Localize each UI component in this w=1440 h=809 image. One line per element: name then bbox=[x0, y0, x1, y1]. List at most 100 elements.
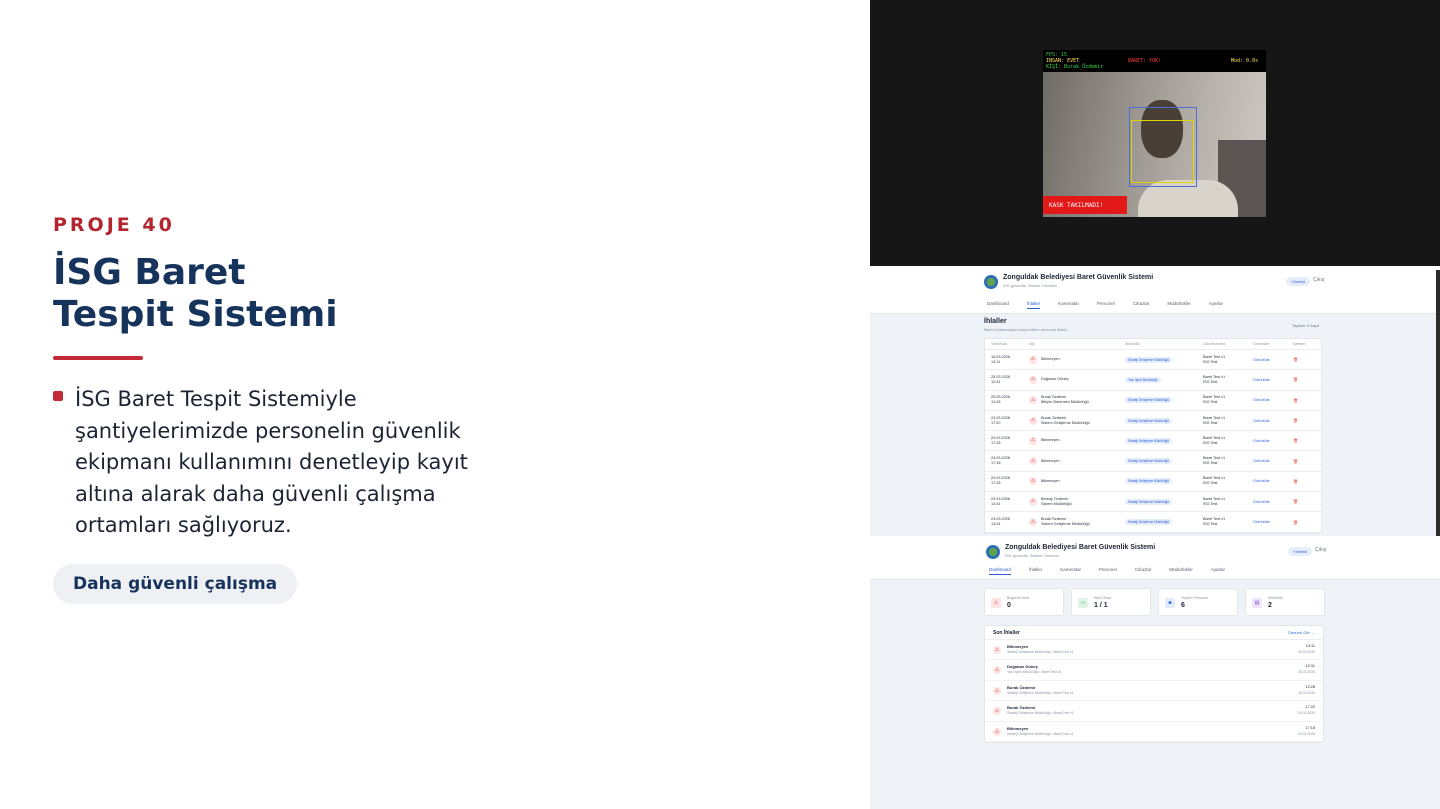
warning-icon: ⚠ bbox=[993, 707, 1001, 716]
camera-hud: FPS: 15 INSAN: EVET KİŞİ: Burak_Özdemir … bbox=[1043, 50, 1266, 72]
delete-icon[interactable]: 🗑 bbox=[1293, 418, 1298, 423]
table-row[interactable]: 24.03.2026 17:20 ⚠ Burak Özdemir Sistem Geli… bbox=[985, 411, 1321, 432]
delete-icon[interactable]: 🗑 bbox=[1293, 479, 1298, 484]
item-time: 12:28 bbox=[1305, 684, 1315, 689]
list-item[interactable]: ⚠ Burak Özdemir Strateji Geliştirme Müdürl… bbox=[985, 681, 1323, 702]
logout-link[interactable]: Çıkış bbox=[1315, 547, 1326, 553]
delete-icon[interactable]: 🗑 bbox=[1293, 398, 1298, 403]
app-header: Zonguldak Belediyesi Baret Güvenlik Sist… bbox=[870, 270, 1440, 314]
cell-actions: 🗑 bbox=[1293, 499, 1313, 504]
device-location: ISG Test bbox=[1203, 379, 1218, 384]
bullet-text: İSG Baret Tespit Sistemiyle şantiyelerim… bbox=[75, 387, 468, 537]
bullet-item: İSG Baret Tespit Sistemiyle şantiyelerim… bbox=[53, 384, 553, 542]
face-detection-box bbox=[1131, 120, 1194, 183]
tab-settings[interactable]: Ayarlar bbox=[1209, 301, 1223, 309]
item-date: 25.03.2026 bbox=[1298, 670, 1315, 675]
tab-dashboard[interactable]: Dashboard bbox=[987, 301, 1009, 309]
view-all-link[interactable]: Tümünü Gör → bbox=[1287, 630, 1315, 635]
view-image-link[interactable]: Görüntüle bbox=[1253, 439, 1293, 443]
cell-device: Baret Test v1 ISG Test bbox=[1203, 436, 1253, 446]
cell-person: ⚠ Bilinmeyen bbox=[1029, 477, 1125, 486]
device-location: ISG Test bbox=[1203, 420, 1218, 425]
tab-personnel[interactable]: Personel bbox=[1097, 301, 1115, 309]
table-row[interactable]: 24.03.2026 17:18 ⚠ Bilinmeyen Strateji Geliş… bbox=[985, 451, 1321, 472]
device-location: ISG Test bbox=[1203, 481, 1218, 486]
item-date: 24.03.2026 bbox=[1298, 731, 1315, 736]
device-location: ISG Test bbox=[1203, 440, 1218, 445]
table-row[interactable]: 24.03.2026 17:18 ⚠ Bilinmeyen Strateji Geliş… bbox=[985, 431, 1321, 452]
tab-personnel[interactable]: Personel bbox=[1099, 567, 1117, 575]
view-image-link[interactable]: Görüntüle bbox=[1253, 459, 1293, 463]
tab-departments[interactable]: Müdürlükler bbox=[1169, 567, 1193, 575]
tab-settings[interactable]: Ayarlar bbox=[1211, 567, 1225, 575]
department-tag: Strateji Geliştirme Müdürlüğü bbox=[1125, 397, 1173, 404]
device-icon: ▭ bbox=[1078, 598, 1088, 608]
delete-icon[interactable]: 🗑 bbox=[1293, 377, 1298, 382]
cell-datetime: 25.03.2026 12:31 bbox=[985, 375, 1029, 385]
tab-departments[interactable]: Müdürlükler bbox=[1167, 301, 1191, 309]
tab-dashboard[interactable]: Dashboard bbox=[989, 567, 1012, 575]
delete-icon[interactable]: 🗑 bbox=[1293, 438, 1298, 443]
view-image-link[interactable]: Görüntüle bbox=[1253, 358, 1293, 362]
list-item[interactable]: ⚠ Bilinmeyen Strateji Geliştirme Müdürlüğü… bbox=[985, 640, 1323, 661]
cell-department: Strateji Geliştirme Müdürlüğü bbox=[1125, 437, 1203, 444]
cell-datetime: 24.03.2026 13:24 bbox=[985, 517, 1029, 527]
tab-cameras[interactable]: Kameralar bbox=[1060, 567, 1081, 575]
view-image-link[interactable]: Görüntüle bbox=[1253, 500, 1293, 504]
table-row[interactable]: 24.03.2026 13:24 ⚠ Burak Özdemir Sistem Geli… bbox=[985, 512, 1321, 533]
view-image-link[interactable]: Görüntüle bbox=[1253, 479, 1293, 483]
item-detail: Strateji Geliştirme Müdürlüğü • Baret Te… bbox=[1007, 711, 1074, 716]
list-item[interactable]: ⚠ Burak Özdemir Strateji Geliştirme Müdürl… bbox=[985, 701, 1323, 722]
title-underline bbox=[53, 356, 143, 360]
stat-value: 2 bbox=[1268, 602, 1272, 609]
delete-icon[interactable]: 🗑 bbox=[1293, 499, 1298, 504]
stat-value: 0 bbox=[1007, 602, 1011, 609]
cell-device: Baret Test v1 ISG Test bbox=[1203, 355, 1253, 365]
table-row[interactable]: 16.03.2026 13:11 ⚠ Bilinmeyen Strateji Geliş… bbox=[985, 350, 1321, 371]
tab-devices[interactable]: Cihazlar bbox=[1135, 567, 1152, 575]
tab-violations[interactable]: İhlaller bbox=[1029, 567, 1042, 575]
tab-devices[interactable]: Cihazlar bbox=[1133, 301, 1150, 309]
department-tag: Yazı İşleri Müdürlüğü bbox=[1125, 376, 1161, 383]
cell-datetime: 24.03.2026 17:18 bbox=[985, 456, 1029, 466]
recent-title: Son İhlaller bbox=[993, 630, 1020, 636]
cell-datetime: 24.03.2026 17:18 bbox=[985, 436, 1029, 446]
delete-icon[interactable]: 🗑 bbox=[1293, 357, 1298, 362]
table-row[interactable]: 25.03.2026 12:28 ⚠ Burak Özdemir Bilişim Sis… bbox=[985, 391, 1321, 411]
warning-icon: ⚠ bbox=[993, 727, 1001, 736]
cell-department: Strateji Geliştirme Müdürlüğü bbox=[1125, 519, 1203, 526]
cell-time: 17:18 bbox=[991, 461, 1001, 466]
tab-cameras[interactable]: Kameralar bbox=[1058, 301, 1079, 309]
stat-label: Müdürlük bbox=[1268, 596, 1283, 600]
delete-icon[interactable]: 🗑 bbox=[1293, 459, 1298, 464]
view-image-link[interactable]: Görüntüle bbox=[1253, 520, 1293, 524]
recent-violations-panel: Son İhlaller Tümünü Gör → ⚠ Bilinmeyen Str… bbox=[984, 625, 1324, 743]
person-name: Bilinmeyen bbox=[1041, 438, 1060, 443]
view-image-link[interactable]: Görüntüle bbox=[1253, 378, 1293, 382]
item-detail: Strateji Geliştirme Müdürlüğü • Baret Te… bbox=[1007, 690, 1074, 695]
cell-person: ⚠ Burak Özdemir Bilişim Sistemleri Müdürlü… bbox=[1029, 395, 1125, 405]
bullet-marker bbox=[53, 391, 63, 401]
list-item[interactable]: ⚠ Doğukan Güneş Yazı İşleri Müdürlüğü • Ba… bbox=[985, 660, 1323, 681]
view-image-link[interactable]: Görüntüle bbox=[1253, 419, 1293, 423]
table-row[interactable]: 24.03.2026 13:31 ⚠ Berkay Özdemir Sistem Müd… bbox=[985, 492, 1321, 513]
recent-header: Son İhlaller Tümünü Gör → bbox=[985, 626, 1323, 640]
app-subtitle: İSG güvenlik, Sistem Yönetimi bbox=[1005, 553, 1059, 558]
logout-link[interactable]: Çıkış bbox=[1313, 277, 1324, 283]
table-row[interactable]: 24.03.2026 17:18 ⚠ Bilinmeyen Strateji Geliş… bbox=[985, 472, 1321, 493]
table-row[interactable]: 25.03.2026 12:31 ⚠ Doğukan Güneş Yazı İşleri… bbox=[985, 370, 1321, 391]
tab-violations[interactable]: İhlaller bbox=[1027, 301, 1041, 309]
item-detail: Strateji Geliştirme Müdürlüğü • Baret Te… bbox=[1007, 650, 1074, 654]
person-unit: Sistem Geliştirme Müdürlüğü bbox=[1041, 522, 1090, 527]
item-date: 25.03.2026 bbox=[1298, 690, 1315, 695]
table-header: Tarih/Saat Kişi Müdürlük Cihaz/Kamera Gö… bbox=[985, 339, 1321, 350]
delete-icon[interactable]: 🗑 bbox=[1293, 520, 1298, 525]
cell-department: Strateji Geliştirme Müdürlüğü bbox=[1125, 356, 1203, 363]
list-item[interactable]: ⚠ Bilinmeyen Strateji Geliştirme Müdürlüğü… bbox=[985, 722, 1323, 742]
cell-time: 12:28 bbox=[991, 400, 1001, 405]
person-name: Bilinmeyen bbox=[1041, 357, 1060, 362]
scrollbar[interactable] bbox=[1436, 270, 1440, 536]
view-image-link[interactable]: Görüntüle bbox=[1253, 398, 1293, 402]
cell-actions: 🗑 bbox=[1293, 520, 1313, 525]
app-title: Zonguldak Belediyesi Baret Güvenlik Sist… bbox=[1003, 274, 1154, 281]
